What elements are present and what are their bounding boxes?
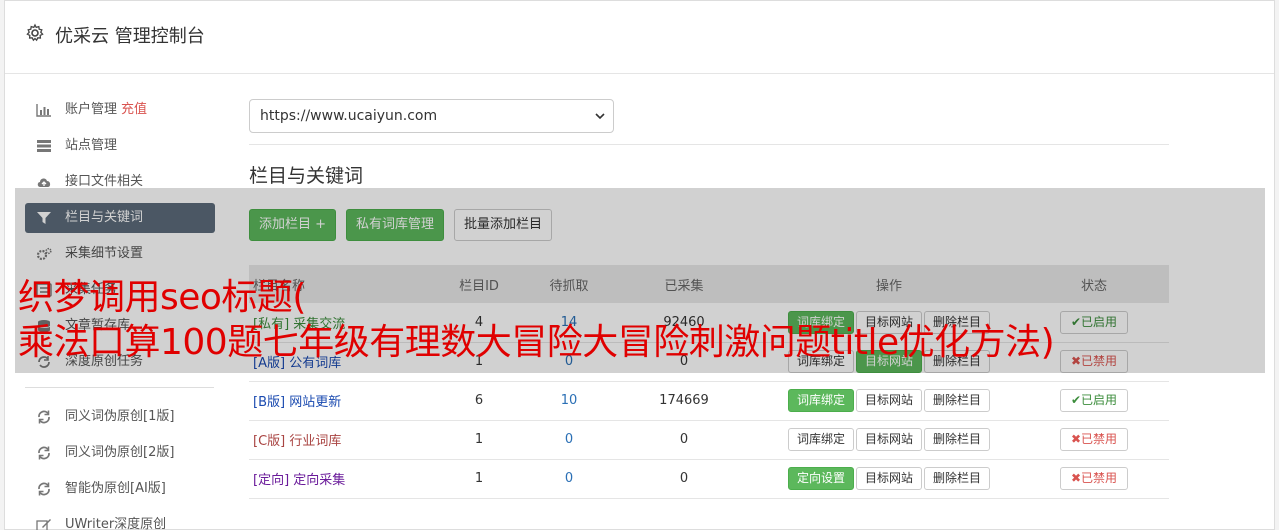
target-site-button[interactable]: 目标网站 [855,467,922,490]
sidebar-item-synonym-v1[interactable]: 同义词伪原创[1版] [25,402,215,432]
site-select[interactable]: https://www.ucaiyun.com [249,99,614,133]
sidebar-item-synonym-v2[interactable]: 同义词伪原创[2版] [25,438,215,468]
server-icon [36,139,52,153]
edit-icon [36,518,52,530]
row-id: 1 [474,432,484,447]
cloud-upload-icon [36,175,52,189]
target-site-button[interactable]: 目标网站 [855,389,922,412]
bind-lib-button[interactable]: 词库绑定 [787,428,854,451]
target-site-button[interactable]: 目标网站 [855,428,922,451]
row-collected: 174669 [659,393,709,408]
row-tag: [B版] [253,395,286,410]
row-tag: [定向] [253,473,290,488]
page-title: 优采云 管理控制台 [55,26,205,47]
sidebar-item-sites[interactable]: 站点管理 [25,131,215,161]
refresh-icon [36,482,52,496]
delete-column-button[interactable]: 删除栏目 [924,428,991,451]
row-pending[interactable]: 0 [529,459,609,498]
bind-lib-button[interactable]: 词库绑定 [787,389,854,412]
status-toggle[interactable]: ✖已禁用 [1059,428,1129,451]
row-tag: [C版] [253,434,286,449]
sidebar-item-ai-original[interactable]: 智能伪原创[AI版] [25,474,215,504]
delete-column-button[interactable]: 删除栏目 [924,467,991,490]
sidebar-divider [25,387,214,388]
sidebar-item-label: 同义词伪原创[2版] [65,445,175,460]
row-collected: 0 [679,471,689,486]
row-id: 6 [474,393,484,408]
section-title: 栏目与关键词 [249,165,364,187]
refresh-icon [36,446,52,460]
status-toggle[interactable]: ✖已禁用 [1059,467,1129,490]
row-id: 1 [474,471,484,486]
gear-icon [26,23,44,42]
sidebar-item-label: 接口文件相关 [65,174,144,189]
divider [249,144,1169,145]
row-pending[interactable]: 10 [529,381,609,420]
row-name-link[interactable]: 定向采集 [293,473,345,488]
row-pending[interactable]: 0 [529,420,609,459]
site-select-value: https://www.ucaiyun.com [260,108,438,124]
table-row: [C版] 行业词库 1 0 0 词库绑定 目标网站 删除栏目 ✖已禁用 [249,420,1169,459]
recharge-link[interactable]: 充值 [121,102,147,117]
main-content: https://www.ucaiyun.com 栏目与关键词 添加栏目 + 私有词… [249,99,1169,498]
sidebar-item-label: 账户管理 [65,102,118,117]
bar-chart-icon [36,103,52,117]
sidebar-item-account[interactable]: 账户管理 充值 [25,95,215,125]
delete-column-button[interactable]: 删除栏目 [924,389,991,412]
sidebar-item-uwriter[interactable]: UWriter深度原创 [25,510,215,530]
row-name-link[interactable]: 网站更新 [289,395,341,410]
sidebar-item-label: UWriter深度原创 [65,517,167,530]
table-row: [定向] 定向采集 1 0 0 定向设置 目标网站 删除栏目 ✖已禁用 [249,459,1169,498]
status-toggle[interactable]: ✔已启用 [1059,389,1129,412]
overlay-caption-line-2: 乘法口算100题七年级有理数大冒险大冒险刺激问题title优化方法) [18,322,1055,363]
sidebar-item-label: 站点管理 [65,138,118,153]
header: 优采云 管理控制台 [5,1,1274,74]
sidebar-item-label: 同义词伪原创[1版] [65,409,175,424]
table-row: [B版] 网站更新 6 10 174669 词库绑定 目标网站 删除栏目 ✔已启用 [249,381,1169,420]
chevron-down-icon [595,113,605,120]
directed-settings-button[interactable]: 定向设置 [787,467,854,490]
refresh-icon [36,410,52,424]
row-name-link[interactable]: 行业词库 [289,434,341,449]
row-collected: 0 [679,432,689,447]
sidebar-item-label: 智能伪原创[AI版] [65,481,166,496]
